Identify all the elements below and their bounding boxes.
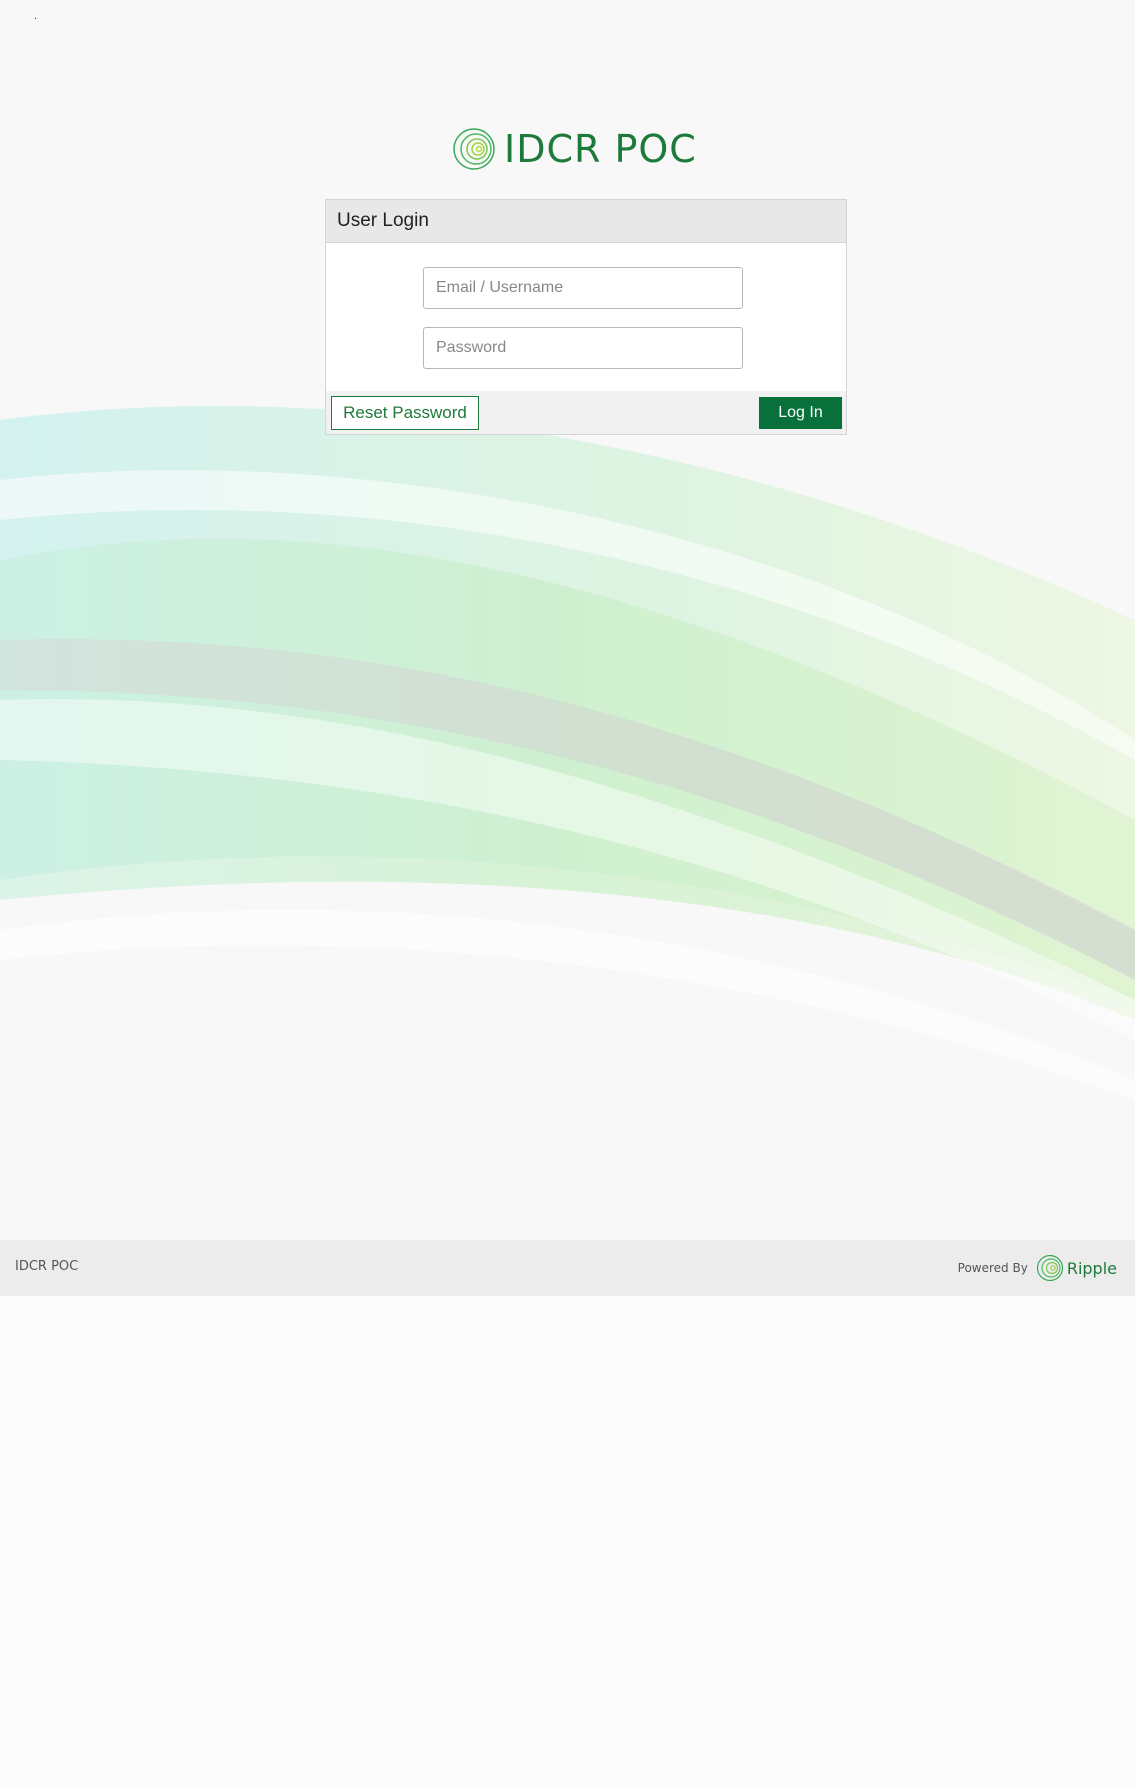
login-actions: Reset Password Log In: [326, 391, 846, 434]
login-panel: User Login Reset Password Log In: [325, 199, 847, 435]
powered-by: Powered By Ripple: [958, 1252, 1117, 1284]
ripple-logo-text: Ripple: [1066, 1258, 1117, 1278]
page-main: . IDCR POC User Login Reset Password Log…: [0, 0, 1135, 1240]
reset-password-button[interactable]: Reset Password: [331, 396, 479, 430]
login-header: User Login: [326, 200, 846, 243]
background-waves: [0, 0, 1135, 1240]
dot-mark: .: [34, 10, 38, 22]
login-body: [326, 243, 846, 391]
footer-app-name: IDCR POC: [15, 1259, 79, 1274]
brand-logo: IDCR POC: [452, 122, 697, 176]
email-username-input[interactable]: [423, 267, 743, 309]
log-in-button[interactable]: Log In: [759, 397, 842, 429]
password-input[interactable]: [423, 327, 743, 369]
ripple-logo-icon: [1036, 1254, 1063, 1282]
site-footer: IDCR POC Powered By Ripple: [0, 1240, 1135, 1296]
powered-by-label: Powered By: [957, 1261, 1028, 1275]
spiral-logo-icon: [453, 128, 495, 170]
blank-area: [0, 1296, 1135, 1790]
logo-text: IDCR POC: [504, 127, 697, 171]
